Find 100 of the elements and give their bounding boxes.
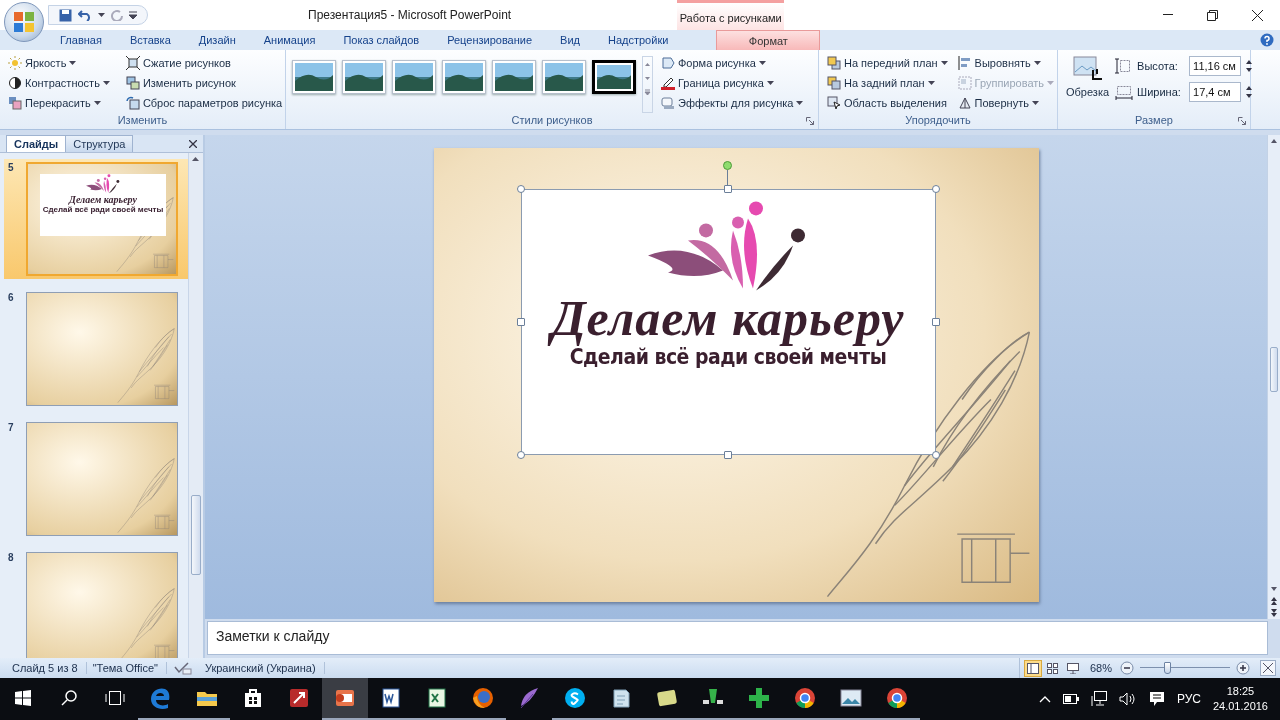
ribbon-tab[interactable]: Анимация (253, 30, 326, 50)
zoom-in-icon[interactable] (1236, 661, 1250, 675)
resize-handle[interactable] (931, 451, 940, 459)
spell-check-icon[interactable] (172, 661, 193, 675)
scrollbar[interactable] (188, 153, 203, 658)
resize-handle[interactable] (723, 185, 732, 193)
picture-style-preset[interactable] (542, 60, 586, 94)
close-icon[interactable] (189, 140, 197, 148)
ribbon-tab[interactable]: Формат (716, 30, 821, 50)
zoom-slider-thumb[interactable] (1164, 662, 1171, 674)
chevron-up-icon[interactable] (1038, 695, 1051, 703)
slide-number: 7 (8, 422, 15, 435)
ribbon-command[interactable]: На передний план (825, 53, 950, 73)
ribbon-command[interactable]: Изменить рисунок (123, 73, 285, 93)
notifications-icon[interactable] (1148, 691, 1165, 707)
ribbon-command[interactable]: Граница рисунка (659, 73, 806, 93)
gallery-scroll[interactable] (642, 56, 653, 113)
panel-tab[interactable]: Структура (65, 135, 134, 152)
size-field[interactable]: 17,4 см (1189, 82, 1242, 102)
spreadsheet-icon (425, 686, 449, 710)
picture-style-preset[interactable] (342, 60, 386, 94)
ribbon-tab[interactable]: Вставка (119, 30, 181, 50)
ribbon-tab[interactable]: Вид (550, 30, 590, 50)
help-icon[interactable] (1260, 33, 1274, 47)
taskbar-app[interactable] (322, 678, 368, 720)
ribbon-tab[interactable]: Показ слайдов (333, 30, 430, 50)
panel-tab[interactable]: Слайды (6, 135, 67, 152)
fit-to-window-icon[interactable] (1260, 660, 1276, 676)
picture-style-preset[interactable] (392, 60, 436, 94)
word-document-icon (379, 686, 403, 710)
ribbon-command[interactable]: Форма рисунка (659, 53, 806, 73)
spinner-icon[interactable] (1245, 59, 1254, 73)
picture-style-preset[interactable] (592, 60, 636, 94)
language-indicator[interactable]: РУС (1176, 692, 1201, 706)
zoom-percent[interactable]: 68% (1083, 662, 1118, 674)
ribbon-tab[interactable]: Главная (50, 30, 112, 50)
clock[interactable]: 18:25 24.01.2016 (1212, 684, 1268, 714)
notes-field[interactable]: Заметки к слайду (207, 621, 1268, 655)
volume-icon[interactable] (1118, 692, 1137, 706)
undo-icon[interactable] (78, 9, 92, 21)
picture-style-preset[interactable] (292, 60, 336, 94)
rotate-icon (957, 96, 972, 110)
slide-thumbnail[interactable] (26, 552, 178, 658)
size-field[interactable]: 11,16 см (1189, 56, 1242, 76)
ribbon-tab[interactable]: Дизайн (188, 30, 246, 50)
caret-icon (1033, 61, 1041, 65)
resize-handle[interactable] (931, 185, 940, 193)
dialog-launcher-icon[interactable] (1238, 117, 1246, 125)
dialog-launcher-icon[interactable] (806, 117, 814, 125)
minimize-icon (1162, 14, 1173, 16)
landscape-thumbnail-icon (545, 63, 583, 91)
caret-icon (102, 81, 110, 85)
ribbon-command[interactable]: Эффекты для рисунка (659, 93, 806, 113)
resize-handle[interactable] (516, 185, 525, 193)
save-icon[interactable] (59, 8, 72, 22)
ribbon-command[interactable]: Контрастность (6, 73, 112, 93)
picture-frame[interactable]: Делаем карьеру Сделай всё ради своей мечты (520, 189, 936, 455)
scrollbar-thumb[interactable] (1270, 347, 1278, 392)
normal-view-icon (1026, 662, 1039, 674)
previous-slide-icon[interactable] (1268, 595, 1280, 607)
ribbon-command[interactable]: Яркость (6, 53, 112, 73)
send-backward-icon (827, 76, 841, 90)
slide-thumbnail[interactable] (26, 422, 178, 536)
battery-icon[interactable] (1062, 694, 1079, 704)
ribbon-command[interactable]: На задний план (825, 73, 950, 93)
rotate-handle[interactable] (722, 161, 732, 170)
view-button[interactable] (1023, 659, 1042, 677)
network-icon[interactable] (1090, 691, 1107, 707)
resize-handle[interactable] (723, 451, 732, 459)
ribbon-tab[interactable]: Надстройки (598, 30, 679, 50)
ribbon-command[interactable]: Область выделения (825, 93, 950, 113)
ribbon-command[interactable]: Сжатие рисунков (123, 53, 285, 73)
caret-icon (1047, 81, 1055, 85)
landscape-thumbnail-icon (495, 63, 533, 91)
contrast-icon (8, 76, 22, 90)
scrollbar[interactable] (1267, 135, 1280, 619)
picture-style-preset[interactable] (442, 60, 486, 94)
picture-reset-icon (125, 96, 140, 110)
next-slide-icon[interactable] (1268, 607, 1280, 619)
customize-caret-icon[interactable] (129, 11, 137, 19)
close-icon (1252, 9, 1263, 21)
resize-handle[interactable] (516, 318, 525, 326)
fox-globe-icon (471, 686, 495, 710)
ribbon-tab[interactable]: Рецензирование (437, 30, 543, 50)
caret-icon (93, 101, 101, 105)
slide-thumbnail[interactable]: Делаем карьеру Сделай всё ради своей мечты (26, 162, 178, 276)
ribbon-command[interactable]: Повернуть (955, 93, 1057, 113)
ribbon-command[interactable]: Сброс параметров рисунка (123, 93, 285, 113)
windows-logo-icon (15, 690, 31, 706)
picture-style-preset[interactable] (492, 60, 536, 94)
resize-handle[interactable] (516, 451, 525, 459)
ribbon-command[interactable]: Выровнять (955, 53, 1057, 73)
resize-handle[interactable] (931, 318, 940, 326)
scrollbar-thumb[interactable] (191, 495, 201, 575)
align-icon (957, 56, 972, 70)
crop-button[interactable]: Обрезка (1064, 53, 1112, 113)
slide-thumbnail[interactable] (26, 292, 178, 406)
zoom-out-icon[interactable] (1120, 661, 1134, 675)
spinner-icon[interactable] (1245, 85, 1254, 99)
ribbon-command[interactable]: Перекрасить (6, 93, 112, 113)
